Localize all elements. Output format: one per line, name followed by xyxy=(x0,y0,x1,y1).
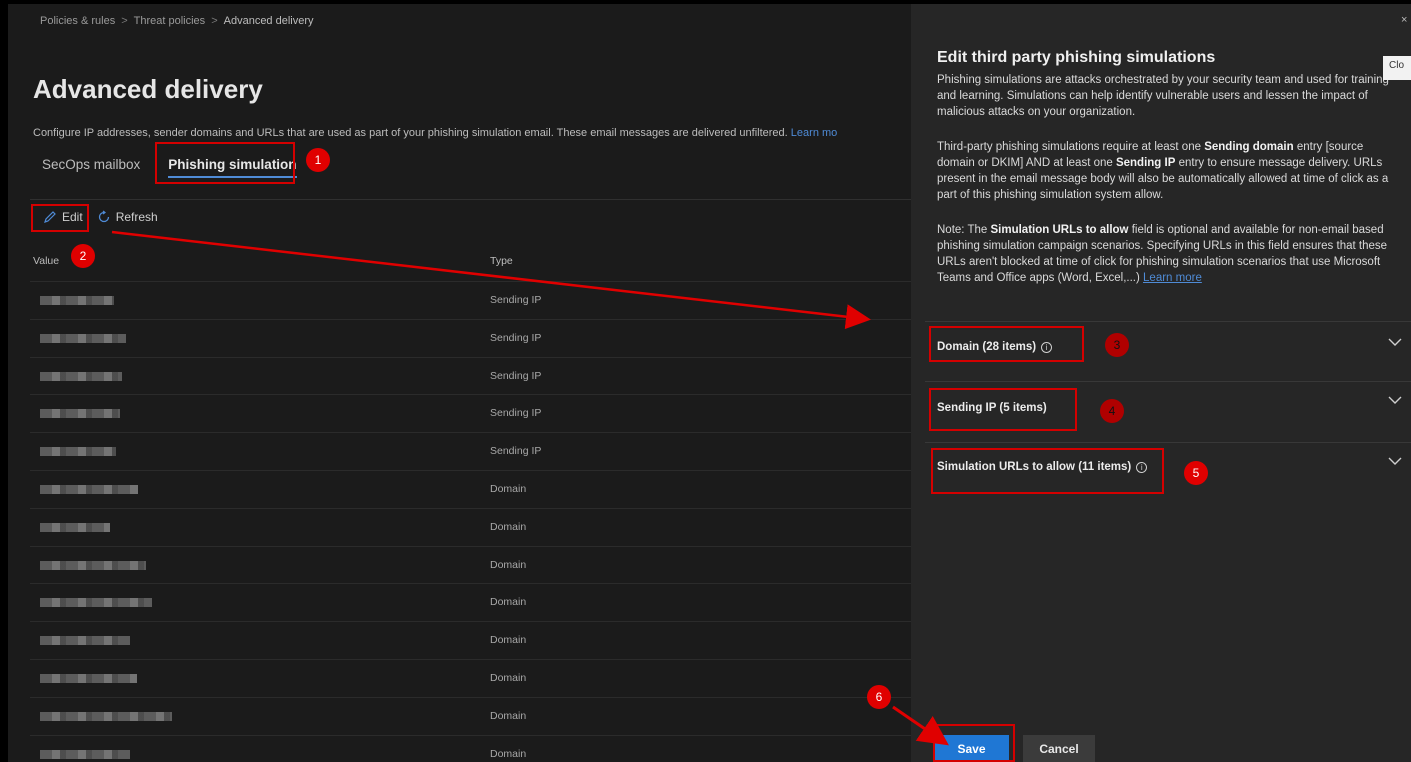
redacted-value xyxy=(40,749,130,759)
panel-learn-more-link[interactable]: Learn more xyxy=(1143,272,1202,284)
breadcrumb-threat-policies[interactable]: Threat policies xyxy=(134,15,206,27)
table-row[interactable]: Domain xyxy=(30,696,911,735)
table-row[interactable]: Domain xyxy=(30,469,911,508)
close-icon[interactable]: × xyxy=(1401,14,1407,26)
table-row[interactable]: Domain xyxy=(30,583,911,621)
annotation-highlight-box xyxy=(929,388,1077,431)
refresh-label: Refresh xyxy=(115,210,158,224)
annotation-highlight-box xyxy=(155,142,295,184)
redacted-value xyxy=(40,598,152,608)
chevron-down-icon[interactable] xyxy=(1387,337,1403,347)
row-type: Domain xyxy=(490,747,527,760)
text: Note: The xyxy=(937,224,991,236)
row-type: Sending IP xyxy=(490,445,542,458)
text: Sending domain xyxy=(1204,141,1294,153)
annotation-badge: 4 xyxy=(1100,399,1124,423)
table-row[interactable]: Sending IP xyxy=(30,394,911,432)
close-tooltip: Clo xyxy=(1383,56,1411,80)
redacted-value xyxy=(40,636,130,646)
table-row[interactable]: Domain xyxy=(30,658,911,697)
description-text: Configure IP addresses, sender domains a… xyxy=(33,127,788,139)
breadcrumb-separator: > xyxy=(121,15,128,27)
panel-paragraph-requirements: Third-party phishing simulations require… xyxy=(937,139,1402,203)
row-type: Domain xyxy=(490,596,527,609)
breadcrumb: Policies & rules > Threat policies > Adv… xyxy=(40,15,314,27)
breadcrumb-separator: > xyxy=(211,15,218,27)
divider xyxy=(30,199,911,200)
redacted-value xyxy=(40,711,172,721)
row-type: Sending IP xyxy=(490,407,542,420)
annotation-highlight-box xyxy=(933,724,1015,762)
redacted-value xyxy=(40,296,114,305)
divider xyxy=(925,442,1411,443)
annotation-badge: 5 xyxy=(1184,461,1208,485)
annotation-highlight-box xyxy=(931,448,1164,494)
annotation-highlight-box xyxy=(31,204,89,232)
divider xyxy=(925,321,1411,322)
annotation-badge: 6 xyxy=(867,685,891,709)
redacted-value xyxy=(40,409,120,419)
annotation-badge: 3 xyxy=(1105,333,1129,357)
table-row[interactable]: Sending IP xyxy=(30,318,911,357)
text: Simulation URLs to allow xyxy=(990,224,1129,236)
annotation-badge: 2 xyxy=(71,244,95,268)
row-type: Sending IP xyxy=(490,331,542,344)
refresh-icon xyxy=(97,210,111,224)
edit-panel: Edit third party phishing simulations Ph… xyxy=(911,4,1411,762)
learn-more-link[interactable]: Learn mo xyxy=(791,127,837,139)
row-type: Domain xyxy=(490,709,527,722)
tab-secops-mailbox[interactable]: SecOps mailbox xyxy=(38,156,144,182)
text: Third-party phishing simulations require… xyxy=(937,141,1205,153)
panel-title: Edit third party phishing simulations xyxy=(937,49,1216,66)
chevron-down-icon[interactable] xyxy=(1387,395,1403,405)
column-header-type[interactable]: Type xyxy=(490,255,513,267)
refresh-button[interactable]: Refresh xyxy=(97,210,158,224)
table-body: Sending IP Sending IP Sending IP Sending IP… xyxy=(30,281,911,762)
table-row[interactable]: Domain xyxy=(30,621,911,659)
redacted-value xyxy=(40,333,126,343)
table-row[interactable]: Sending IP xyxy=(30,281,911,319)
row-type: Domain xyxy=(490,634,527,647)
breadcrumb-advanced-delivery: Advanced delivery xyxy=(223,15,314,27)
column-header-value[interactable]: Value xyxy=(33,255,59,267)
panel-paragraph-intro: Phishing simulations are attacks orchest… xyxy=(937,74,1389,118)
redacted-value xyxy=(40,447,116,457)
redacted-value xyxy=(40,560,146,570)
row-type: Sending IP xyxy=(490,369,542,382)
annotation-highlight-box xyxy=(929,326,1084,362)
redacted-value xyxy=(40,371,122,381)
table-row[interactable]: Domain xyxy=(30,545,911,584)
table-row[interactable]: Sending IP xyxy=(30,432,911,470)
table-row[interactable]: Domain xyxy=(30,507,911,546)
row-type: Domain xyxy=(490,482,527,495)
page-title: Advanced delivery xyxy=(33,74,263,104)
chevron-down-icon[interactable] xyxy=(1387,456,1403,466)
redacted-value xyxy=(40,673,137,683)
redacted-value xyxy=(40,522,110,532)
row-type: Domain xyxy=(490,558,527,571)
main-content: Policies & rules > Threat policies > Adv… xyxy=(8,4,911,762)
panel-paragraph-note: Note: The Simulation URLs to allow field… xyxy=(937,222,1402,286)
cancel-button[interactable]: Cancel xyxy=(1023,735,1095,762)
row-type: Sending IP xyxy=(490,294,542,306)
redacted-value xyxy=(40,484,138,494)
annotation-badge: 1 xyxy=(306,148,330,172)
table-row[interactable]: Sending IP xyxy=(30,356,911,395)
row-type: Domain xyxy=(490,520,527,533)
divider xyxy=(925,381,1411,382)
page-description: Configure IP addresses, sender domains a… xyxy=(33,127,837,139)
text: Sending IP xyxy=(1115,157,1176,169)
table-row[interactable]: Domain xyxy=(30,734,911,762)
row-type: Domain xyxy=(490,671,527,684)
breadcrumb-policies-rules[interactable]: Policies & rules xyxy=(40,15,115,27)
